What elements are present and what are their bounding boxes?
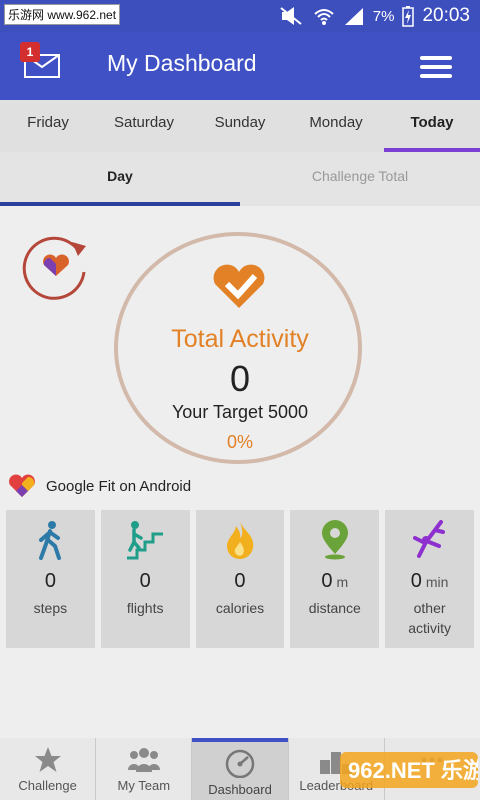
total-activity-value: 0 — [229, 358, 251, 399]
steps-tile[interactable]: 0 steps — [6, 510, 95, 648]
metric-tiles: 0 steps 0 flights 0 calories 0 m distanc… — [6, 510, 474, 648]
distance-label: distance — [308, 600, 361, 616]
status-bar: 乐游网 www.962.net 7% 20:03 — [0, 0, 480, 32]
google-fit-heart-icon — [9, 474, 35, 497]
other-activity-value: 0 — [410, 570, 422, 592]
walking-person-icon — [39, 521, 62, 560]
tab-monday[interactable]: Monday — [288, 100, 384, 152]
map-pin-icon — [321, 520, 348, 560]
steps-label: steps — [33, 600, 68, 616]
flights-value: 0 — [139, 570, 151, 592]
hamburger-menu-icon[interactable] — [420, 56, 452, 78]
total-activity-title: Total Activity — [171, 325, 309, 353]
gymnast-icon — [412, 520, 445, 558]
clock-time: 20:03 — [422, 5, 470, 26]
app-bar: 1 My Dashboard — [0, 32, 480, 100]
tab-day[interactable]: Day — [0, 152, 240, 206]
flame-icon — [226, 522, 254, 559]
mute-icon — [280, 7, 302, 25]
flights-label: flights — [126, 600, 164, 616]
data-source: Google Fit on Android — [8, 472, 191, 500]
distance-tile[interactable]: 0m distance — [290, 510, 380, 648]
tab-saturday[interactable]: Saturday — [96, 100, 192, 152]
sync-refresh-icon[interactable] — [20, 236, 92, 302]
mail-notification-badge: 1 — [20, 42, 40, 62]
star-icon — [34, 747, 61, 772]
page-title: My Dashboard — [107, 50, 257, 76]
heart-check-icon — [213, 264, 265, 308]
tab-friday[interactable]: Friday — [0, 100, 96, 152]
wifi-icon — [314, 9, 334, 25]
other-activity-unit: min — [425, 574, 449, 590]
nav-dashboard[interactable]: Dashboard — [192, 738, 289, 800]
nav-dashboard-label: Dashboard — [208, 782, 272, 797]
distance-unit: m — [336, 574, 349, 590]
other-activity-label: other activity — [408, 600, 451, 636]
team-icon — [127, 748, 160, 772]
distance-value: 0 — [321, 570, 333, 592]
nav-challenge[interactable]: Challenge — [0, 738, 97, 800]
flights-tile[interactable]: 0 flights — [100, 510, 190, 648]
target-label: Your Target 5000 — [171, 402, 309, 422]
watermark-label: 乐游网 www.962.net — [4, 4, 121, 25]
nav-my-team-label: My Team — [117, 778, 171, 793]
battery-charging-icon — [402, 6, 415, 27]
data-source-label: Google Fit on Android — [46, 477, 192, 495]
progress-percent: 0% — [226, 432, 253, 452]
calories-label: calories — [215, 600, 265, 616]
steps-value: 0 — [44, 570, 56, 592]
watermark-logo: 962.NET 乐游网 — [340, 752, 478, 788]
view-tabs: Day Challenge Total — [0, 152, 480, 206]
battery-percent: 7% — [372, 7, 395, 25]
tab-today[interactable]: Today — [384, 100, 480, 152]
other-activity-tile[interactable]: 0 min other activity — [385, 510, 474, 648]
calories-tile[interactable]: 0 calories — [195, 510, 285, 648]
nav-my-team[interactable]: My Team — [96, 738, 193, 800]
gauge-icon — [225, 749, 255, 778]
tab-sunday[interactable]: Sunday — [192, 100, 288, 152]
svg-text:962.NET 乐游网: 962.NET 乐游网 — [348, 758, 478, 783]
signal-icon — [344, 8, 363, 25]
tab-challenge-total[interactable]: Challenge Total — [240, 152, 480, 206]
day-tabs: Friday Saturday Sunday Monday Today — [0, 100, 480, 152]
stairs-climber-icon — [127, 521, 164, 560]
nav-challenge-label: Challenge — [18, 778, 77, 793]
calories-value: 0 — [234, 570, 246, 592]
